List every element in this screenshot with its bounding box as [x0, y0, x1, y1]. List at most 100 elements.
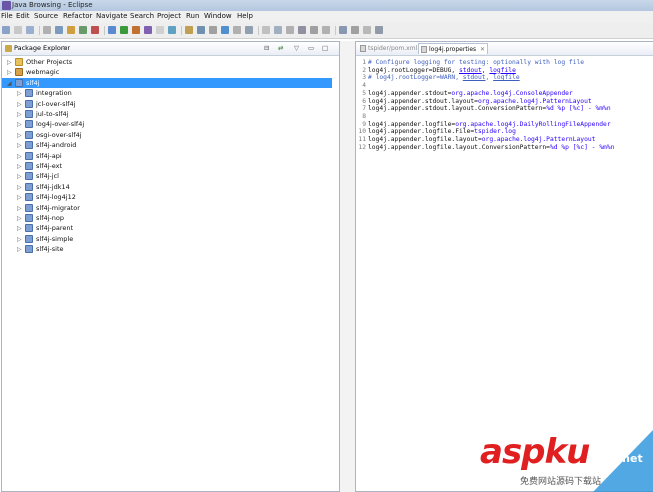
collapse-all-icon[interactable]: ⊟	[264, 44, 269, 52]
toolbar-button-icon[interactable]	[363, 26, 371, 34]
menu-edit[interactable]: Edit	[16, 12, 30, 20]
project-icon	[25, 214, 33, 222]
toolbar-button-icon[interactable]	[262, 26, 270, 34]
tree-item[interactable]: ▷ slf4j-jdk14	[2, 182, 332, 193]
close-tab-icon[interactable]: ✕	[480, 46, 485, 53]
toolbar-button-icon[interactable]	[233, 26, 241, 34]
menu-refactor[interactable]: Refactor	[63, 12, 92, 20]
link-with-editor-icon[interactable]: ⇄	[278, 44, 283, 52]
collapsed-twistie-icon[interactable]: ▷	[17, 184, 22, 191]
toolbar-button-icon[interactable]	[144, 26, 152, 34]
view-menu-icon[interactable]: ▽	[294, 44, 299, 52]
collapsed-twistie-icon[interactable]: ▷	[17, 142, 22, 149]
toolbar-button-icon[interactable]	[339, 26, 347, 34]
collapsed-twistie-icon[interactable]: ▷	[17, 101, 22, 108]
tree-item[interactable]: ▷ osgi-over-slf4j	[2, 130, 332, 141]
tree-item[interactable]: ▷ slf4j-parent	[2, 223, 332, 234]
collapsed-twistie-icon[interactable]: ▷	[17, 215, 22, 222]
collapsed-twistie-icon[interactable]: ▷	[7, 59, 12, 66]
toolbar-button-icon[interactable]	[14, 26, 22, 34]
tree-item[interactable]: ▷ slf4j-site	[2, 244, 332, 255]
toolbar-button-icon[interactable]	[108, 26, 116, 34]
toolbar-button-icon[interactable]	[43, 26, 51, 34]
collapsed-twistie-icon[interactable]: ▷	[7, 69, 12, 76]
toolbar-separator	[104, 26, 105, 35]
tree-item[interactable]: ▷ slf4j-jcl	[2, 171, 332, 182]
tree-item[interactable]: ▷ jul-to-slf4j	[2, 109, 332, 120]
sash[interactable]	[340, 41, 355, 492]
collapsed-twistie-icon[interactable]: ▷	[17, 163, 22, 170]
tree-item[interactable]: ▷ jcl-over-slf4j	[2, 99, 332, 110]
toolbar-button-icon[interactable]	[168, 26, 176, 34]
toolbar-button-icon[interactable]	[322, 26, 330, 34]
toolbar-button-icon[interactable]	[67, 26, 75, 34]
tree-item[interactable]: ▷ log4j-over-slf4j	[2, 119, 332, 130]
toolbar-button-icon[interactable]	[286, 26, 294, 34]
editor-tab[interactable]: log4j.properties ✕	[418, 43, 488, 54]
toolbar-button-icon[interactable]	[310, 26, 318, 34]
package-tree: ▷ Other Projects ▷ webmagic ◢ slf4j ▷ integrati…	[2, 57, 340, 487]
toolbar-button-icon[interactable]	[156, 26, 164, 34]
tree-item[interactable]: ▷ slf4j-ext	[2, 161, 332, 172]
toolbar-button-icon[interactable]	[132, 26, 140, 34]
toolbar-separator	[258, 26, 259, 35]
collapsed-twistie-icon[interactable]: ▷	[17, 205, 22, 212]
menu-navigate[interactable]: Navigate	[96, 12, 127, 20]
expanded-twistie-icon[interactable]: ◢	[7, 80, 12, 87]
toolbar-button-icon[interactable]	[221, 26, 229, 34]
toolbar-button-icon[interactable]	[120, 26, 128, 34]
tree-item-label: slf4j-parent	[36, 224, 74, 233]
editor-tab[interactable]: tspider/pom.xml	[358, 43, 417, 54]
collapsed-twistie-icon[interactable]: ▷	[17, 194, 22, 201]
collapsed-twistie-icon[interactable]: ▷	[17, 173, 22, 180]
menu-file[interactable]: File	[1, 12, 13, 20]
toolbar-button-icon[interactable]	[245, 26, 253, 34]
window-title: Java Browsing - Eclipse	[12, 1, 93, 9]
code-line: 2 log4j.rootLogger=DEBUG, stdout, logfile	[356, 67, 653, 75]
tree-item-label: integration	[36, 89, 72, 98]
collapsed-twistie-icon[interactable]: ▷	[17, 90, 22, 97]
tree-item[interactable]: ▷ webmagic	[2, 67, 332, 78]
collapsed-twistie-icon[interactable]: ▷	[17, 236, 22, 243]
collapsed-twistie-icon[interactable]: ▷	[17, 225, 22, 232]
toolbar-button-icon[interactable]	[351, 26, 359, 34]
toolbar-button-icon[interactable]	[91, 26, 99, 34]
menu-help[interactable]: Help	[237, 12, 253, 20]
toolbar-button-icon[interactable]	[197, 26, 205, 34]
minimize-view-icon[interactable]: ▭	[308, 44, 314, 52]
menu-window[interactable]: Window	[204, 12, 232, 20]
toolbar-button-icon[interactable]	[2, 26, 10, 34]
toolbar-button-icon[interactable]	[298, 26, 306, 34]
tree-item[interactable]: ▷ slf4j-android	[2, 140, 332, 151]
tree-item[interactable]: ▷ slf4j-nop	[2, 213, 332, 224]
tree-item[interactable]: ▷ slf4j-log4j12	[2, 192, 332, 203]
watermark-net: .net	[618, 452, 643, 465]
toolbar-button-icon[interactable]	[274, 26, 282, 34]
maximize-view-icon[interactable]: □	[322, 44, 328, 52]
tree-item[interactable]: ▷ Other Projects	[2, 57, 332, 68]
tree-item[interactable]: ◢ slf4j	[2, 77, 332, 89]
menu-run[interactable]: Run	[186, 12, 199, 20]
tree-item[interactable]: ▷ integration	[2, 88, 332, 99]
collapsed-twistie-icon[interactable]: ▷	[17, 121, 22, 128]
toolbar-button-icon[interactable]	[55, 26, 63, 34]
toolbar-button-icon[interactable]	[375, 26, 383, 34]
menu-search[interactable]: Search	[130, 12, 154, 20]
toolbar-button-icon[interactable]	[209, 26, 217, 34]
toolbar-button-icon[interactable]	[79, 26, 87, 34]
package-explorer-tab[interactable]: Package Explorer ✕ ⊟ ⇄ ▽ ▭ □	[2, 42, 339, 56]
tree-item[interactable]: ▷ slf4j-api	[2, 151, 332, 162]
menu-project[interactable]: Project	[157, 12, 181, 20]
close-view-icon[interactable]: ✕	[62, 44, 67, 52]
collapsed-twistie-icon[interactable]: ▷	[17, 246, 22, 253]
collapsed-twistie-icon[interactable]: ▷	[17, 132, 22, 139]
tree-item[interactable]: ▷ slf4j-simple	[2, 234, 332, 245]
collapsed-twistie-icon[interactable]: ▷	[17, 153, 22, 160]
project-icon	[25, 110, 33, 118]
tree-item[interactable]: ▷ slf4j-migrator	[2, 203, 332, 214]
menu-source[interactable]: Source	[34, 12, 58, 20]
collapsed-twistie-icon[interactable]: ▷	[17, 111, 22, 118]
toolbar-button-icon[interactable]	[185, 26, 193, 34]
line-content: log4j.appender.logfile.layout=org.apache…	[368, 136, 595, 143]
toolbar-button-icon[interactable]	[26, 26, 34, 34]
